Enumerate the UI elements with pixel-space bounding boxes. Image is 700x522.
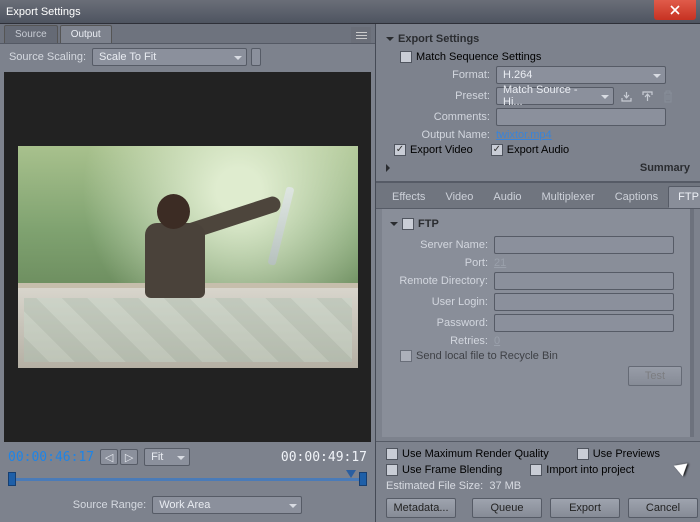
queue-button[interactable]: Queue — [472, 498, 542, 518]
in-timecode[interactable]: 00:00:46:17 — [8, 450, 94, 465]
preview-area[interactable] — [4, 72, 371, 442]
close-icon — [670, 5, 680, 15]
output-name-link[interactable]: twixtor.mp4 — [496, 129, 552, 141]
export-audio-checkbox[interactable] — [491, 144, 503, 156]
metadata-button[interactable]: Metadata... — [386, 498, 456, 518]
export-button[interactable]: Export — [550, 498, 620, 518]
recycle-label: Send local file to Recycle Bin — [416, 350, 558, 362]
prev-frame-button[interactable]: ◁ — [100, 449, 118, 465]
preview-image — [18, 146, 358, 368]
menu-icon — [356, 35, 367, 36]
use-previews-checkbox[interactable] — [577, 448, 589, 460]
ftp-enable-checkbox[interactable] — [402, 218, 414, 230]
source-scaling-label: Source Scaling: — [6, 51, 92, 63]
comments-label: Comments: — [386, 111, 496, 123]
summary-header[interactable]: Summary — [386, 159, 690, 177]
remote-dir-label: Remote Directory: — [384, 275, 494, 287]
tab-source[interactable]: Source — [4, 25, 58, 43]
export-video-label: Export Video — [410, 144, 473, 156]
in-point-handle[interactable] — [8, 472, 16, 486]
left-tabs: Source Output — [0, 24, 375, 44]
tab-effects[interactable]: Effects — [382, 186, 435, 208]
source-range-label: Source Range: — [73, 499, 152, 511]
close-button[interactable] — [654, 0, 696, 20]
export-video-checkbox[interactable] — [394, 144, 406, 156]
out-timecode: 00:00:49:17 — [281, 450, 367, 465]
frame-blend-label: Use Frame Blending — [402, 464, 502, 476]
output-name-label: Output Name: — [386, 129, 496, 141]
user-login-label: User Login: — [384, 296, 494, 308]
test-button[interactable]: Test — [628, 366, 682, 386]
tab-ftp[interactable]: FTP — [668, 186, 700, 208]
import-preset-icon[interactable] — [638, 88, 656, 104]
crop-field[interactable] — [251, 48, 261, 66]
ftp-panel: FTP Server Name: Port:21 Remote Director… — [382, 209, 694, 437]
format-dropdown[interactable]: H.264 — [496, 66, 666, 84]
right-panel: Export Settings Match Sequence Settings … — [376, 24, 700, 522]
max-quality-label: Use Maximum Render Quality — [402, 448, 549, 460]
remote-dir-input[interactable] — [494, 272, 674, 290]
est-size-label: Estimated File Size: — [386, 480, 483, 492]
left-panel: Source Output Source Scaling: Scale To F… — [0, 24, 376, 522]
password-input[interactable] — [494, 314, 674, 332]
match-sequence-checkbox[interactable] — [400, 51, 412, 63]
use-previews-label: Use Previews — [593, 448, 660, 460]
bottom-options: Use Maximum Render Quality Use Previews … — [376, 441, 700, 522]
save-preset-icon[interactable] — [617, 88, 635, 104]
window-title: Export Settings — [6, 6, 81, 18]
timeline-track — [8, 478, 367, 481]
import-project-checkbox[interactable] — [530, 464, 542, 476]
frame-blend-checkbox[interactable] — [386, 464, 398, 476]
tab-video[interactable]: Video — [435, 186, 483, 208]
title-bar: Export Settings — [0, 0, 700, 24]
tab-audio[interactable]: Audio — [483, 186, 531, 208]
disclosure-right-icon — [386, 164, 636, 172]
format-label: Format: — [386, 69, 496, 81]
zoom-fit-dropdown[interactable]: Fit — [144, 448, 190, 466]
password-label: Password: — [384, 317, 494, 329]
retries-value[interactable]: 0 — [494, 335, 500, 347]
source-scaling-dropdown[interactable]: Scale To Fit — [92, 48, 247, 66]
cancel-button[interactable]: Cancel — [628, 498, 698, 518]
server-name-label: Server Name: — [384, 239, 494, 251]
port-value[interactable]: 21 — [494, 257, 506, 269]
match-sequence-label: Match Sequence Settings — [416, 51, 541, 63]
cursor-icon — [676, 458, 692, 478]
tab-output[interactable]: Output — [60, 25, 112, 43]
source-range-dropdown[interactable]: Work Area — [152, 496, 302, 514]
comments-input[interactable] — [496, 108, 666, 126]
transport-row: 00:00:46:17 ◁ ▷ Fit 00:00:49:17 — [0, 444, 375, 468]
settings-tabs: Effects Video Audio Multiplexer Captions… — [376, 182, 700, 209]
disclosure-down-icon — [386, 37, 394, 45]
delete-preset-icon[interactable] — [659, 88, 677, 104]
import-project-label: Import into project — [546, 464, 634, 476]
export-audio-label: Export Audio — [507, 144, 569, 156]
next-frame-button[interactable]: ▷ — [120, 449, 138, 465]
out-point-handle[interactable] — [359, 472, 367, 486]
tab-multiplexer[interactable]: Multiplexer — [532, 186, 605, 208]
user-login-input[interactable] — [494, 293, 674, 311]
port-label: Port: — [384, 257, 494, 269]
scrollbar[interactable] — [690, 209, 694, 437]
ftp-header[interactable]: FTP — [384, 215, 692, 233]
export-settings-header[interactable]: Export Settings — [386, 30, 690, 48]
max-quality-checkbox[interactable] — [386, 448, 398, 460]
playhead-icon[interactable] — [346, 470, 356, 486]
tab-captions[interactable]: Captions — [605, 186, 668, 208]
recycle-checkbox — [400, 350, 412, 362]
preset-label: Preset: — [386, 90, 496, 102]
timeline[interactable] — [8, 470, 367, 488]
server-name-input[interactable] — [494, 236, 674, 254]
preset-dropdown[interactable]: Match Source - Hi... — [496, 87, 614, 105]
retries-label: Retries: — [384, 335, 494, 347]
disclosure-down-icon — [390, 222, 398, 230]
panel-menu-button[interactable] — [351, 27, 371, 43]
est-size-value: 37 MB — [489, 480, 521, 492]
